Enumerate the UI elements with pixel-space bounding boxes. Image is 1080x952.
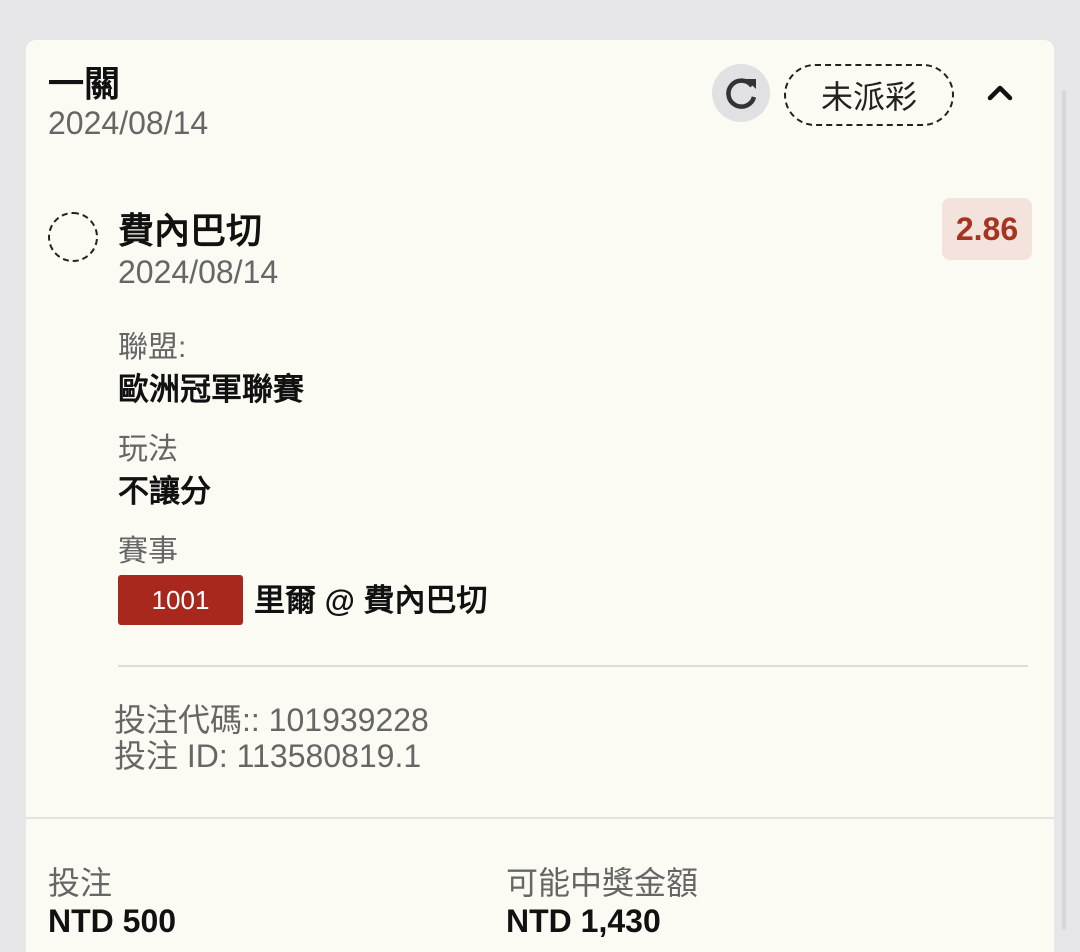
- event-name: 里爾 @ 費內巴切: [254, 583, 488, 618]
- bet-date: 2024/08/14: [48, 105, 209, 141]
- refresh-icon: [726, 78, 757, 109]
- market-label: 玩法: [118, 433, 178, 466]
- collapse-button[interactable]: [982, 74, 1018, 110]
- odds-badge: 2.86: [942, 198, 1032, 260]
- dashed-circle-icon: [48, 212, 98, 262]
- refresh-button[interactable]: [712, 64, 770, 122]
- match-date: 2024/08/14: [118, 254, 279, 290]
- ticket-id: 投注 ID: 113580819.1: [114, 738, 422, 774]
- section-divider: [26, 817, 1054, 819]
- event-code-badge: 1001: [118, 575, 243, 625]
- market-value: 不讓分: [118, 474, 211, 509]
- event-label: 賽事: [118, 535, 178, 568]
- stake-label: 投注: [48, 865, 113, 901]
- bet-slip-card: 一關 2024/08/14 未派彩 費內巴切 2024/08/14 2.86 聯…: [26, 40, 1054, 952]
- scrollbar[interactable]: [1062, 90, 1066, 930]
- stake-value: NTD 500: [48, 903, 177, 939]
- divider: [118, 665, 1028, 667]
- payout-label: 可能中獎金額: [506, 865, 699, 901]
- bet-type-title: 一關: [48, 63, 121, 104]
- chevron-up-icon: [987, 85, 1013, 101]
- status-badge: 未派彩: [784, 64, 954, 126]
- selection-team: 費內巴切: [118, 210, 263, 251]
- payout-value: NTD 1,430: [506, 903, 661, 939]
- ticket-code: 投注代碼:: 101939228: [114, 702, 429, 738]
- league-value: 歐洲冠軍聯賽: [118, 372, 304, 407]
- league-label: 聯盟:: [118, 331, 187, 364]
